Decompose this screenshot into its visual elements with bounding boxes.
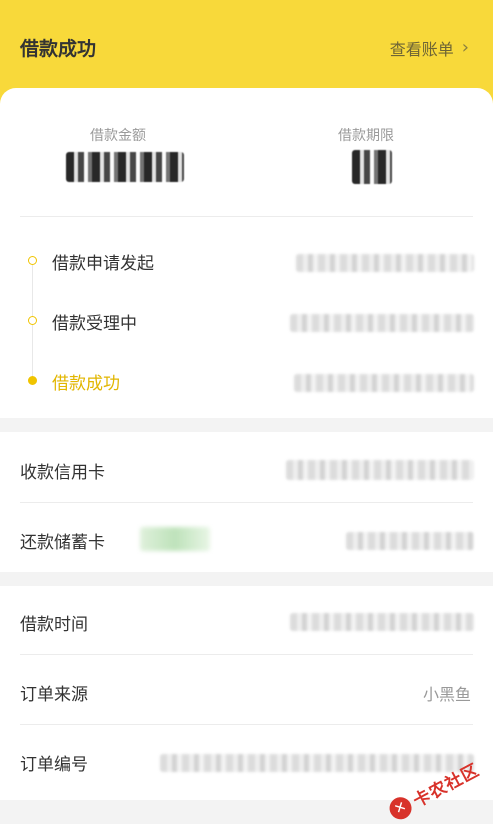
- order-info-section: 借款时间 订单来源 小黑鱼 订单编号: [0, 586, 493, 800]
- loan-amount-value-redacted: [66, 152, 184, 182]
- order-source-value: 小黑鱼: [422, 685, 471, 704]
- loan-time-value-redacted: [290, 613, 474, 631]
- step-label-success: 借款成功: [52, 374, 120, 394]
- order-number-label: 订单编号: [20, 755, 88, 775]
- order-source-label: 订单来源: [20, 685, 88, 705]
- step-time-2-redacted: [290, 314, 474, 332]
- step-time-3-redacted: [294, 374, 474, 392]
- loan-term-label: 借款期限: [338, 128, 394, 144]
- loan-amount-label: 借款金额: [90, 128, 146, 144]
- receive-card-label: 收款信用卡: [20, 463, 105, 483]
- view-bill-label: 查看账单: [389, 40, 454, 59]
- order-divider-2: [20, 724, 473, 725]
- loan-term-value-redacted: [352, 150, 392, 184]
- receive-card-value-redacted: [286, 460, 474, 480]
- step-dot-1-icon: [28, 256, 37, 265]
- repay-card-badge-redacted: [140, 527, 210, 551]
- step-dot-2-icon: [28, 316, 37, 325]
- bank-cards-section: 收款信用卡 还款储蓄卡: [0, 432, 493, 572]
- step-dot-3-icon: [28, 376, 37, 385]
- step-label-apply: 借款申请发起: [52, 254, 154, 274]
- loan-time-label: 借款时间: [20, 615, 88, 635]
- order-number-value-redacted: [160, 754, 474, 772]
- view-bill-button[interactable]: 查看账单 ›: [390, 36, 469, 60]
- step-time-1-redacted: [296, 254, 474, 272]
- repay-card-label: 还款储蓄卡: [20, 533, 105, 553]
- page-title: 借款成功: [20, 38, 97, 60]
- order-divider-1: [20, 654, 473, 655]
- repay-card-value-redacted: [346, 532, 474, 550]
- chevron-right-icon: ›: [461, 37, 469, 58]
- summary-divider: [20, 216, 473, 217]
- cards-divider: [20, 502, 473, 503]
- step-label-processing: 借款受理中: [52, 314, 137, 334]
